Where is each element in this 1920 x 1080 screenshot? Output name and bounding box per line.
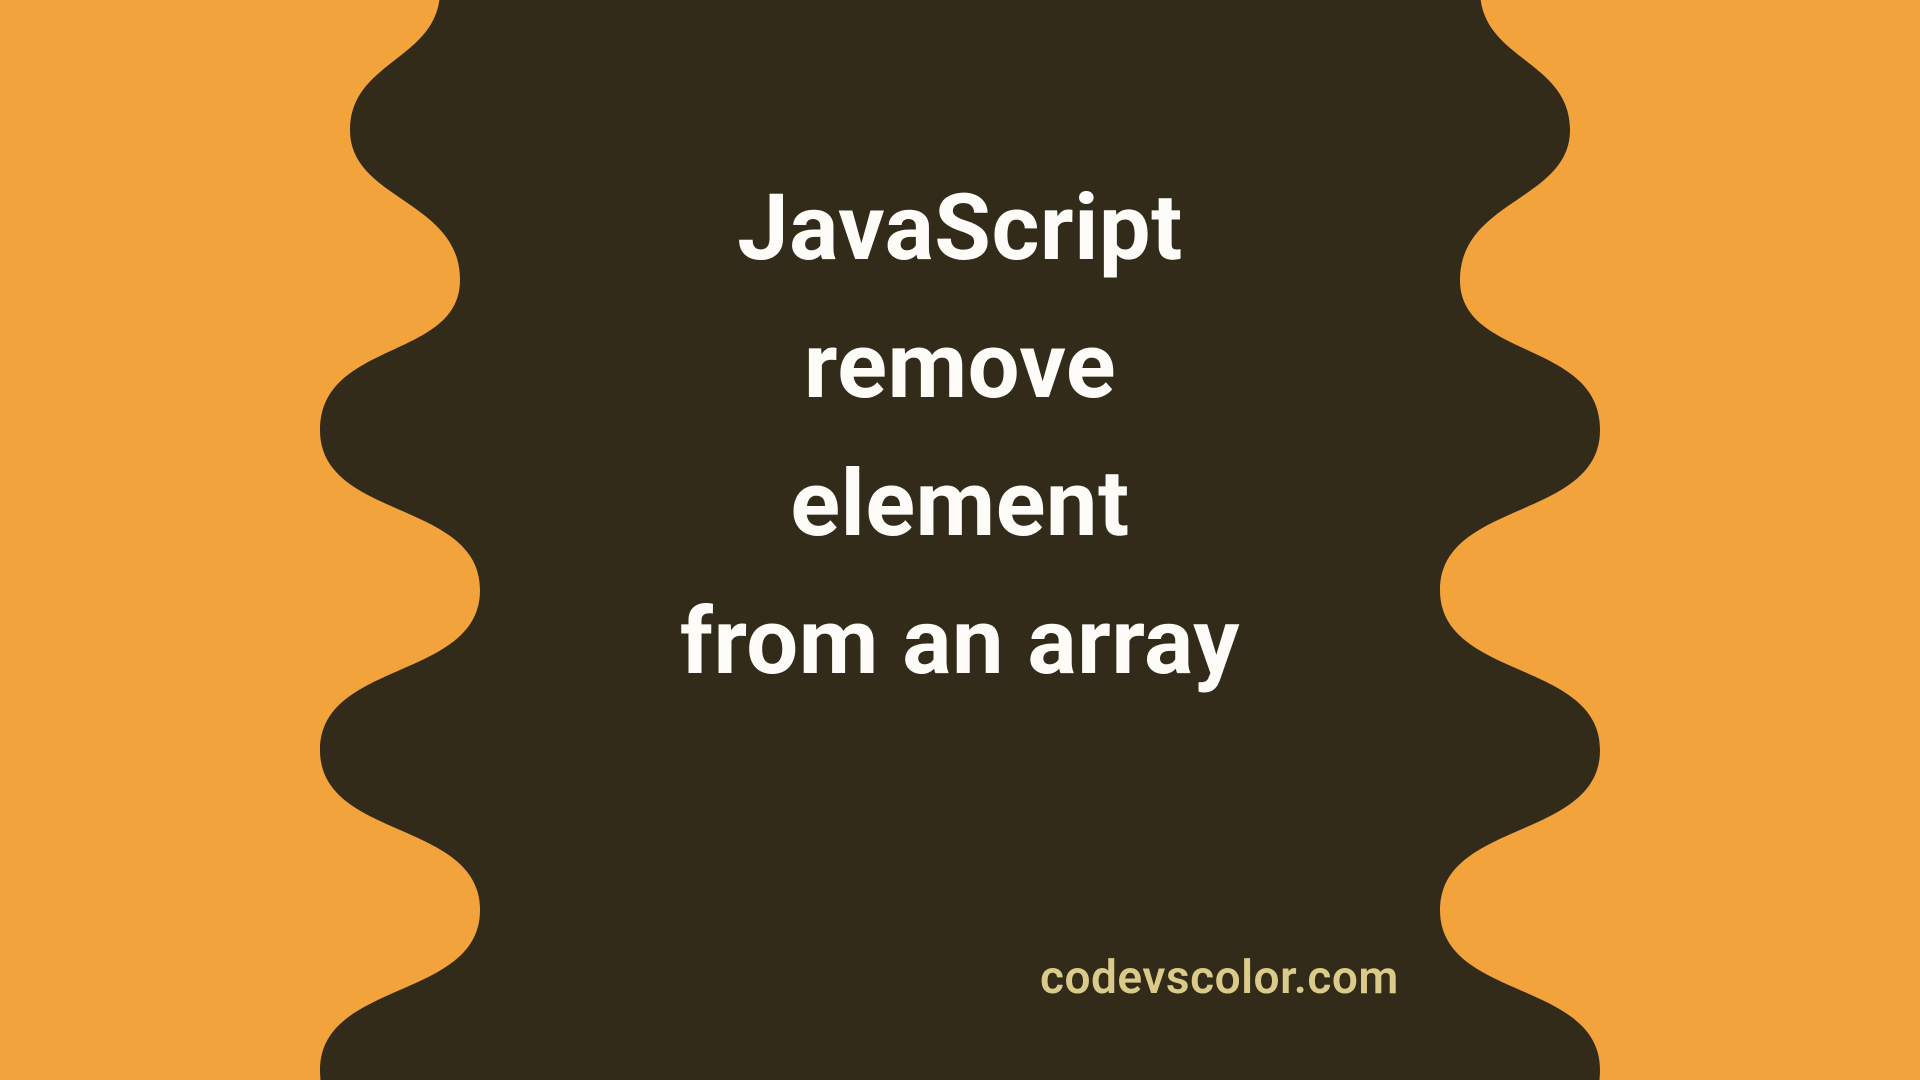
title-line-3: element bbox=[0, 436, 1920, 574]
title-line-1: JavaScript bbox=[0, 160, 1920, 298]
banner-title: JavaScript remove element from an array bbox=[0, 160, 1920, 712]
title-line-2: remove bbox=[0, 298, 1920, 436]
title-line-4: from an array bbox=[0, 574, 1920, 712]
site-label: codevscolor.com bbox=[1040, 951, 1399, 1005]
banner-stage: JavaScript remove element from an array … bbox=[0, 0, 1920, 1080]
